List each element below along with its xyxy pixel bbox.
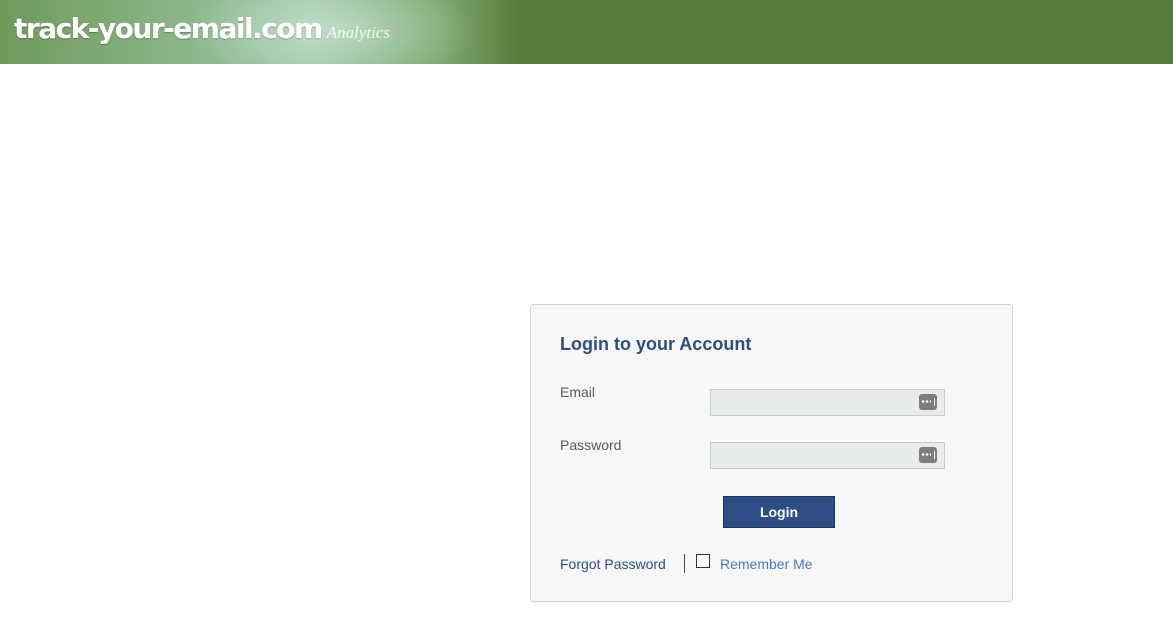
app-header: track-your-email.com Analytics — [0, 0, 1173, 64]
login-title: Login to your Account — [560, 334, 752, 354]
login-panel: Login to your Account Email Password Log… — [530, 304, 1013, 602]
password-field[interactable] — [710, 442, 945, 469]
password-manager-key-icon[interactable] — [919, 394, 937, 410]
email-field[interactable] — [710, 389, 945, 416]
link-separator — [684, 554, 685, 573]
password-label: Password — [560, 437, 622, 453]
brand-name: track-your-email.com — [14, 12, 323, 45]
login-button[interactable]: Login — [723, 496, 835, 528]
remember-me-label[interactable]: Remember Me — [720, 556, 813, 572]
brand-logo[interactable]: track-your-email.com Analytics — [14, 12, 390, 45]
forgot-password-link[interactable]: Forgot Password — [560, 556, 666, 572]
remember-me-checkbox[interactable] — [696, 554, 710, 568]
email-label: Email — [560, 384, 596, 400]
brand-subtitle: Analytics — [326, 23, 390, 42]
password-manager-key-icon[interactable] — [919, 447, 937, 463]
